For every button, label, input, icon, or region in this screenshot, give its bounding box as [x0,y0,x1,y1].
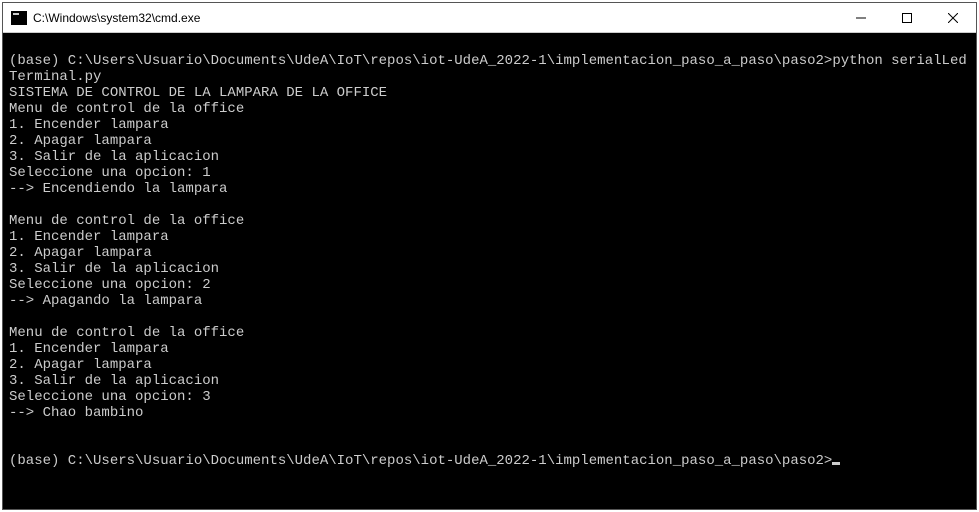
terminal-prompt: (base) C:\Users\Usuario\Documents\UdeA\I… [9,453,832,469]
terminal-line: 2. Apagar lampara [9,133,152,149]
terminal-line: Seleccione una opcion: [9,165,202,181]
terminal-output[interactable]: (base) C:\Users\Usuario\Documents\UdeA\I… [3,33,976,509]
user-input: 1 [202,165,210,181]
terminal-line: SISTEMA DE CONTROL DE LA LAMPARA DE LA O… [9,85,387,101]
maximize-button[interactable] [884,3,930,32]
terminal-line: (base) C:\Users\Usuario\Documents\UdeA\I… [9,53,832,69]
terminal-line: Menu de control de la office [9,325,244,341]
window-title: C:\Windows\system32\cmd.exe [33,11,838,25]
minimize-button[interactable] [838,3,884,32]
terminal-line: 2. Apagar lampara [9,245,152,261]
terminal-line: 2. Apagar lampara [9,357,152,373]
terminal-line: 3. Salir de la aplicacion [9,149,219,165]
cmd-window: C:\Windows\system32\cmd.exe (base) C:\Us… [2,2,977,510]
terminal-line: Menu de control de la office [9,213,244,229]
cursor [832,462,840,465]
terminal-line: 3. Salir de la aplicacion [9,261,219,277]
cmd-icon [11,11,27,25]
terminal-line: Seleccione una opcion: [9,277,202,293]
terminal-line: 3. Salir de la aplicacion [9,373,219,389]
terminal-line: --> Apagando la lampara [9,293,202,309]
terminal-line: --> Encendiendo la lampara [9,181,227,197]
user-input: 3 [202,389,210,405]
terminal-line: 1. Encender lampara [9,117,169,133]
minimize-icon [856,13,866,23]
terminal-line: Menu de control de la office [9,101,244,117]
terminal-line: --> Chao bambino [9,405,143,421]
window-controls [838,3,976,32]
titlebar[interactable]: C:\Windows\system32\cmd.exe [3,3,976,33]
user-input: 2 [202,277,210,293]
terminal-line: 1. Encender lampara [9,341,169,357]
maximize-icon [902,13,912,23]
terminal-line: Seleccione una opcion: [9,389,202,405]
close-icon [948,13,958,23]
close-button[interactable] [930,3,976,32]
terminal-line: 1. Encender lampara [9,229,169,245]
